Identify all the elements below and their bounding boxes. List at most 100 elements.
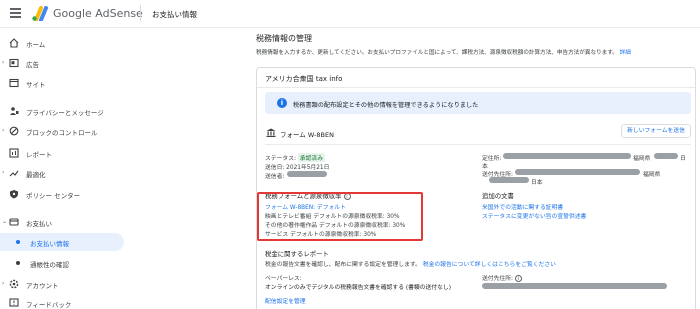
- residence-country-part1: 日: [680, 156, 686, 162]
- tax-reports-learn-more-link[interactable]: 税金の報告について詳しくはこちらをご覧ください: [423, 262, 556, 268]
- info-banner-text: 税務書類の配布設定とその他の情報を管理できるようになりました: [293, 102, 479, 109]
- section-title: 税務情報の管理: [256, 34, 312, 43]
- hamburger-menu-icon[interactable]: [10, 8, 21, 18]
- sidebar-item-label: フィードバック: [26, 301, 72, 309]
- sidebar-item-label: お支払い: [26, 220, 52, 228]
- sidebar-item-label: ポリシー センター: [26, 192, 81, 200]
- payments-icon: [9, 218, 19, 226]
- sidebar-item-ads[interactable]: › 広告: [0, 54, 124, 72]
- policy-icon: [10, 190, 18, 199]
- paperless-label: ペーパーレス:: [265, 276, 302, 282]
- top-bar: Google AdSense お支払い情報: [0, 0, 700, 28]
- affidavit-link[interactable]: ステータスに変更がない旨の宣誓供述書: [482, 211, 586, 220]
- sent-date: 送信日: 2021年5月21日: [265, 165, 330, 171]
- sender-label: 送信者:: [265, 174, 285, 180]
- info-banner: i 税務書類の配布設定とその他の情報を管理できるようになりました: [265, 92, 691, 114]
- learn-more-link[interactable]: 詳細: [620, 50, 631, 56]
- sidebar-item-label: サイト: [26, 81, 46, 89]
- tax-forms-heading-text: 税務フォームと源泉徴収率: [265, 192, 342, 200]
- info-icon: i: [277, 98, 287, 108]
- main-content: 税務情報の管理 税務情報を入力するか、更新してください。お支払いプロファイルと国…: [232, 28, 700, 309]
- card-title: アメリカ合衆国 tax info: [265, 75, 343, 83]
- mailing-prefecture: 福岡県: [643, 172, 661, 178]
- sidebar-item-payment-info[interactable]: お支払い情報: [0, 233, 124, 251]
- sidebar-item-label: 最適化: [26, 171, 46, 179]
- submit-new-form-button[interactable]: 新しいフォームを送信: [621, 124, 691, 138]
- chevron-down-icon: ⌄: [2, 218, 8, 225]
- form-name: フォーム W-8BEN: [280, 131, 334, 139]
- redacted-mailing-city: [489, 177, 529, 183]
- block-icon: [9, 126, 19, 136]
- tax-reports-description: 税金の報告文書を確認し、配布に関する設定を管理します。 税金の報告について詳しく…: [265, 259, 556, 268]
- residence-prefecture: 福岡県: [633, 156, 651, 162]
- sidebar-item-label: アカウント: [26, 282, 59, 290]
- redacted-sender: [287, 171, 327, 177]
- sidebar-item-payments[interactable]: ⌄ お支払い: [0, 213, 124, 231]
- sidebar-item-sites[interactable]: サイト: [0, 74, 124, 92]
- sidebar-item-label: お支払い情報: [30, 240, 69, 248]
- chevron-right-icon: ›: [2, 169, 5, 176]
- optimization-icon: [9, 170, 19, 177]
- bank-building-icon: [266, 128, 276, 137]
- sidebar-item-label: レポート: [26, 151, 52, 159]
- tax-forms-heading: 税務フォームと源泉徴収率 i: [265, 191, 351, 200]
- topbar-divider: [140, 5, 141, 22]
- mailing-country: 日本: [531, 180, 543, 186]
- feedback-icon: [9, 298, 19, 307]
- sidebar-item-account[interactable]: › アカウント: [0, 275, 124, 293]
- manage-delivery-settings-link[interactable]: 配信設定を管理: [265, 296, 306, 305]
- brand-name: Google AdSense: [53, 7, 143, 20]
- recipient-address-label: 送付先住所:: [482, 276, 513, 282]
- chevron-right-icon: ›: [2, 127, 5, 134]
- sidebar-item-label: ブロックのコントロール: [26, 129, 98, 137]
- bullet-icon: [16, 240, 20, 244]
- section-description: 税務情報を入力するか、更新してください。お支払いプロファイルと国によって、課税方…: [256, 48, 631, 56]
- sidebar-item-label: ホーム: [26, 41, 46, 49]
- status-badge: 承認済み: [297, 153, 325, 162]
- additional-docs-heading: 追加の文書: [482, 192, 514, 200]
- reports-icon: [9, 148, 19, 158]
- sites-icon: [9, 78, 19, 88]
- certificate-link[interactable]: 米国外での活動に関する証明書: [482, 202, 563, 211]
- redacted-residence: [503, 153, 631, 159]
- sidebar-item-block-controls[interactable]: › ブロックのコントロール: [0, 122, 124, 140]
- bullet-icon: [16, 261, 20, 265]
- sidebar-item-reports[interactable]: レポート: [0, 144, 124, 162]
- divider: [257, 87, 695, 88]
- tax-form-link[interactable]: フォーム W-8BEN: デフォルト: [265, 202, 346, 211]
- chevron-right-icon: ›: [2, 59, 5, 66]
- page-title: お支払い情報: [152, 10, 197, 19]
- rate-services: サービス デフォルトの源泉徴収税率: 30%: [265, 232, 377, 238]
- rate-other-copyright: その他の著作権作品 デフォルトの源泉徴収税率: 30%: [265, 223, 406, 229]
- privacy-icon: [10, 107, 19, 115]
- sidebar-item-feedback[interactable]: フィードバック: [0, 294, 124, 309]
- help-icon[interactable]: i: [343, 192, 351, 200]
- sidebar-item-policy-center[interactable]: ポリシー センター: [0, 185, 124, 203]
- rate-movies-tv: 映画とテレビ番組 デフォルトの源泉徴収税率: 30%: [265, 214, 400, 220]
- redacted-mailing-address: [515, 169, 640, 175]
- redacted-residence-city: [654, 153, 678, 159]
- sidebar-item-privacy[interactable]: プライバシーとメッセージ: [0, 102, 124, 120]
- sidebar-item-verification[interactable]: 通帳性の確認: [0, 254, 124, 272]
- redacted-recipient-address: [482, 283, 667, 289]
- help-icon[interactable]: i: [514, 275, 522, 282]
- section-description-text: 税務情報を入力するか、更新してください。お支払いプロファイルと国によって、課税方…: [256, 50, 618, 56]
- chevron-right-icon: ›: [2, 280, 5, 287]
- account-icon: [9, 279, 19, 289]
- sidebar-item-label: プライバシーとメッセージ: [26, 109, 104, 117]
- sidebar-item-label: 通帳性の確認: [30, 261, 69, 269]
- sidebar: ホーム › 広告 サイト プライバシーとメッセージ › ブロックのコントロール …: [0, 28, 132, 309]
- sidebar-item-label: 広告: [26, 61, 39, 69]
- tax-reports-description-text: 税金の報告文書を確認し、配布に関する設定を管理します。: [265, 262, 421, 268]
- adsense-logo: [32, 6, 48, 21]
- home-icon: [9, 38, 19, 48]
- tax-reports-heading: 税金に関するレポート: [265, 250, 329, 258]
- paperless-description: オンラインのみでデジタルの税務報告文書を確認する (書類の送付なし): [265, 285, 451, 291]
- recipient-address-row: 送付先住所: i: [482, 273, 522, 282]
- status-row: ステータス: 承認済み: [265, 153, 325, 162]
- tax-info-card: アメリカ合衆国 tax info i 税務書類の配布設定とその他の情報を管理でき…: [256, 67, 696, 309]
- sidebar-item-optimization[interactable]: › 最適化: [0, 164, 124, 182]
- divider: [265, 144, 691, 145]
- sidebar-item-home[interactable]: ホーム: [0, 34, 124, 52]
- ads-icon: [9, 58, 19, 68]
